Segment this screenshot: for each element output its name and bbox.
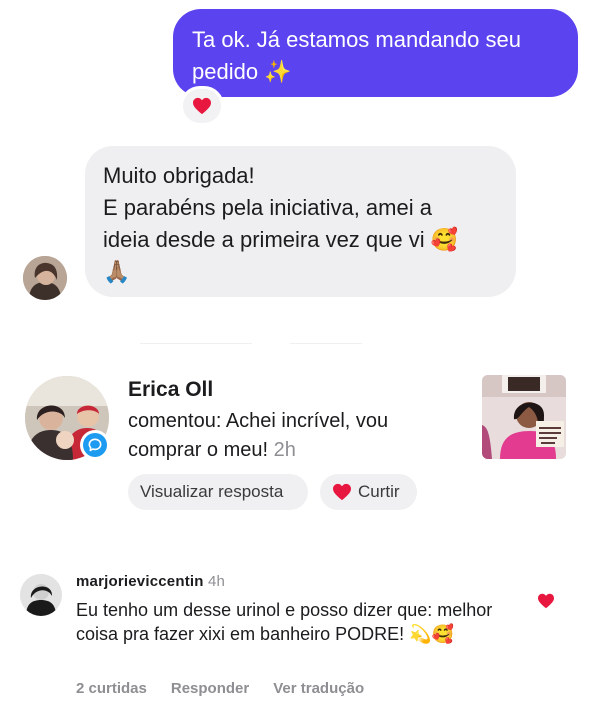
heart-icon bbox=[333, 483, 351, 501]
notification-time: 2h bbox=[273, 439, 296, 461]
divider bbox=[290, 343, 362, 344]
incoming-message-bubble[interactable]: Muito obrigada! E parabéns pela iniciati… bbox=[85, 146, 516, 297]
like-button[interactable]: Curtir bbox=[320, 474, 417, 510]
incoming-message-line: Muito obrigada! bbox=[103, 163, 255, 188]
incoming-message-line: E parabéns pela iniciativa, amei a bbox=[103, 195, 432, 220]
view-reply-button[interactable]: Visualizar resposta bbox=[128, 474, 308, 510]
post-thumbnail[interactable] bbox=[482, 375, 566, 459]
comment-badge bbox=[80, 430, 110, 460]
message-reaction[interactable] bbox=[180, 86, 224, 126]
sender-avatar[interactable] bbox=[23, 256, 67, 300]
comment-text: Eu tenho um desse urinol e posso dizer q… bbox=[76, 598, 516, 646]
comment-actions: 2 curtidas Responder Ver tradução bbox=[76, 680, 364, 697]
comment-username[interactable]: marjorieviccentin bbox=[76, 573, 204, 590]
smiling-hearts-emoji: 🥰 bbox=[430, 227, 459, 252]
divider bbox=[140, 343, 252, 344]
notification-comment: comentou: Achei incrível, vou comprar o … bbox=[128, 410, 389, 461]
outgoing-message-bubble[interactable]: Ta ok. Já estamos mandando seu pedido ✨ bbox=[173, 9, 578, 97]
notification-text: comentou: Achei incrível, vou comprar o … bbox=[128, 407, 458, 465]
heart-icon bbox=[193, 97, 211, 115]
outgoing-message-text: Ta ok. Já estamos mandando seu pedido bbox=[192, 27, 521, 84]
like-label: Curtir bbox=[358, 482, 400, 501]
comment-emojis: 💫🥰 bbox=[409, 624, 454, 644]
comment-time: 4h bbox=[208, 573, 226, 590]
commenter-name[interactable]: Erica Oll bbox=[128, 378, 213, 402]
comment-username-row: marjorieviccentin 4h bbox=[76, 573, 225, 590]
view-reply-label: Visualizar resposta bbox=[140, 482, 284, 501]
heart-icon bbox=[538, 593, 554, 609]
comment-avatar[interactable] bbox=[20, 574, 62, 616]
comment-reply-button[interactable]: Responder bbox=[171, 680, 249, 697]
sparkles-emoji: ✨ bbox=[264, 59, 292, 84]
comment-bubble-icon bbox=[88, 438, 102, 452]
comment-translate-button[interactable]: Ver tradução bbox=[273, 680, 364, 697]
comment-like-button[interactable] bbox=[537, 593, 555, 614]
comment-likes-count[interactable]: 2 curtidas bbox=[76, 680, 147, 697]
incoming-message-line: ideia desde a primeira vez que vi bbox=[103, 227, 425, 252]
praying-hands-emoji: 🙏🏽 bbox=[103, 259, 131, 284]
